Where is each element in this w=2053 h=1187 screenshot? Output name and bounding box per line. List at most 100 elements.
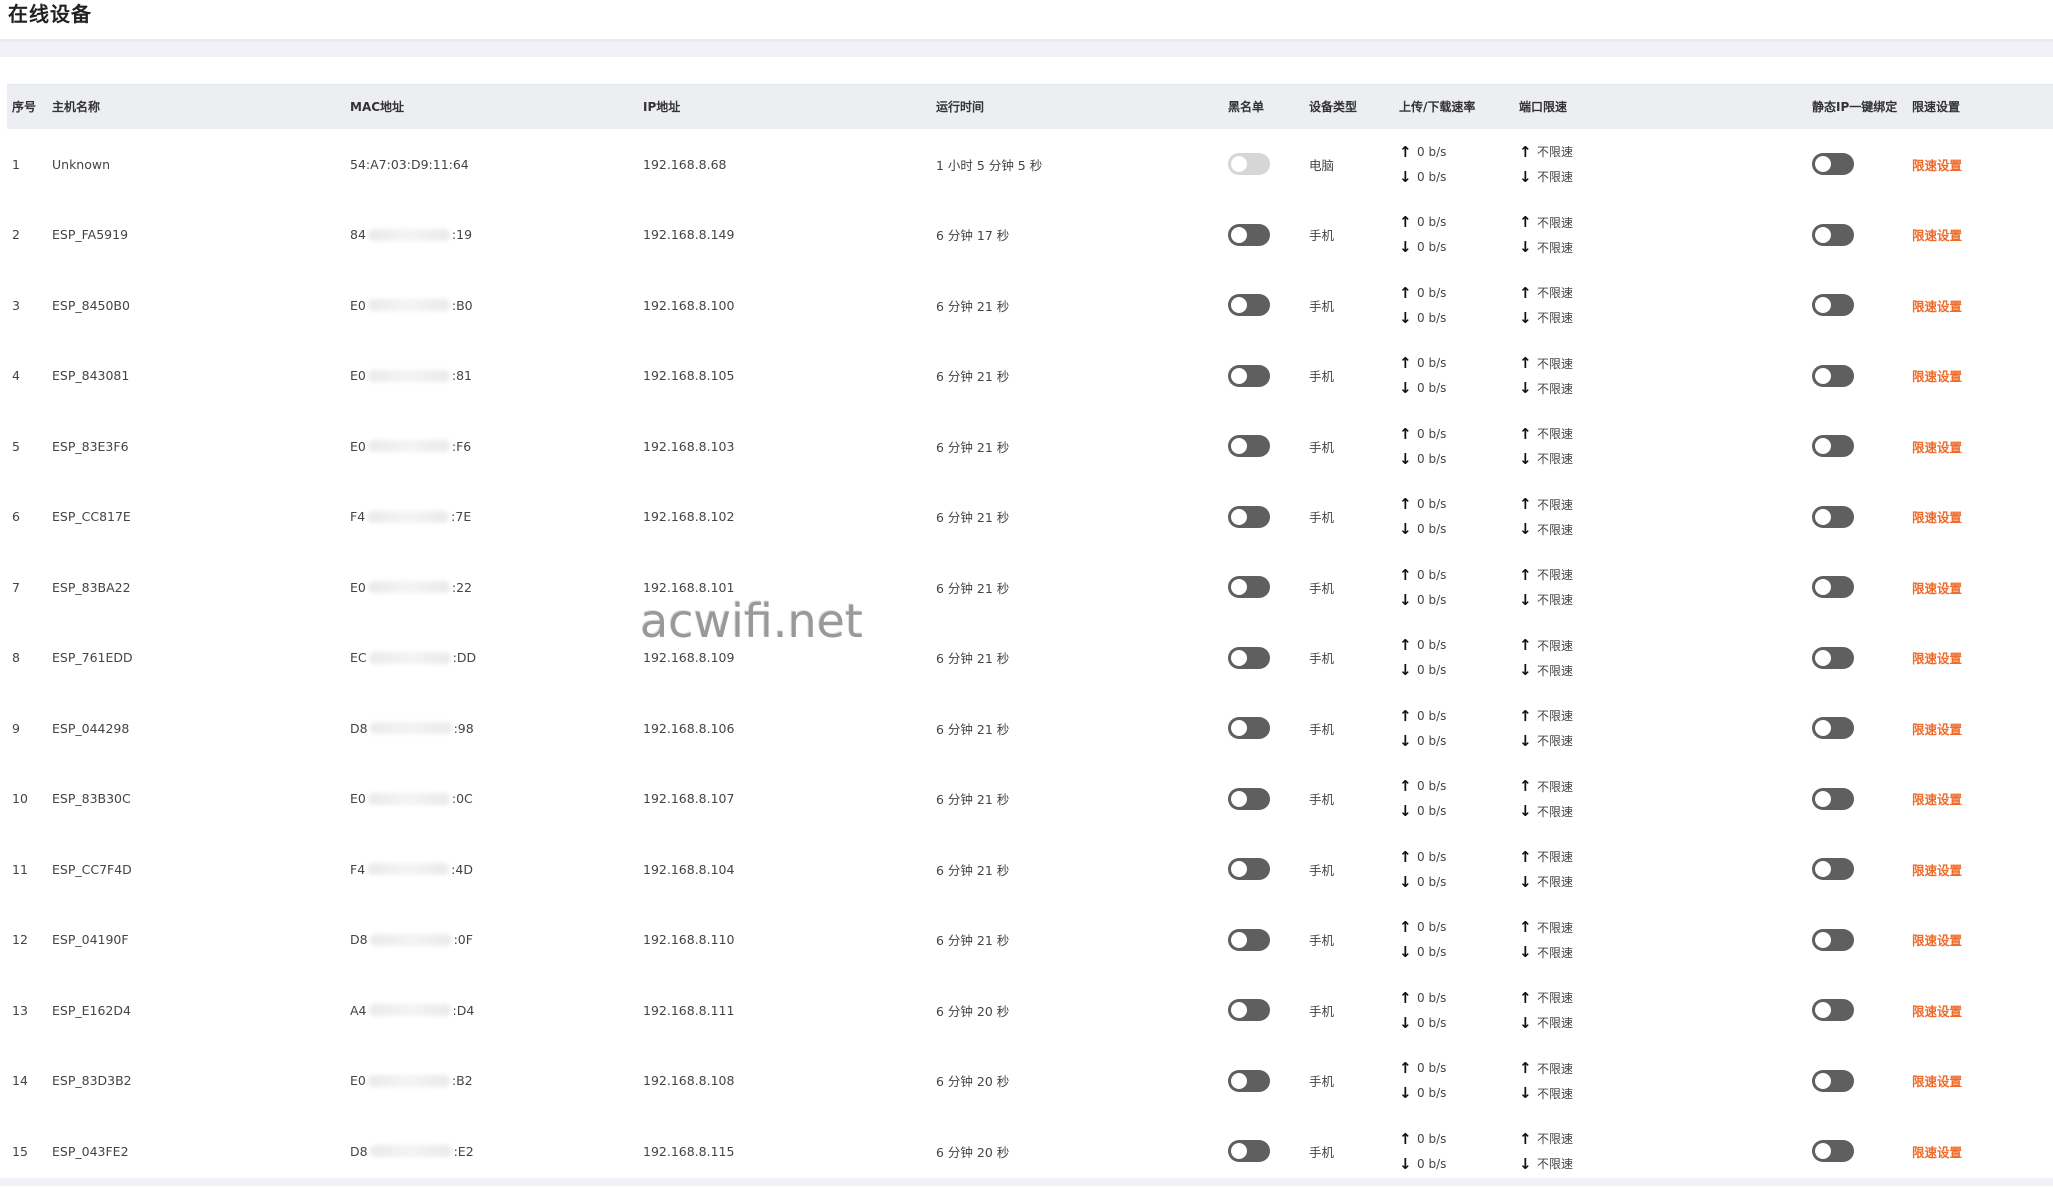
col-limit-settings-header: 限速设置	[1912, 100, 1961, 114]
limit-settings-link[interactable]: 限速设置	[1912, 719, 1962, 738]
limit-settings-link[interactable]: 限速设置	[1912, 155, 1962, 174]
static-ip-toggle[interactable]	[1812, 223, 1854, 246]
arrow-up-icon: ↑	[1519, 495, 1532, 514]
toggle-knob	[1815, 367, 1831, 384]
row-uptime: 6 分钟 21 秒	[936, 510, 1010, 526]
blacklist-toggle[interactable]	[1228, 717, 1270, 740]
static-ip-toggle[interactable]	[1812, 435, 1854, 458]
port-download-limit: 不限速	[1537, 1086, 1574, 1101]
table-row: 10 ESP_83B30C E0 :0C 192.168.8.107 6 分钟 …	[7, 764, 2053, 835]
blacklist-toggle[interactable]	[1228, 1069, 1270, 1092]
row-uptime: 6 分钟 20 秒	[936, 1144, 1010, 1160]
blacklist-toggle[interactable]	[1228, 1140, 1270, 1163]
blacklist-toggle[interactable]	[1228, 294, 1270, 317]
blacklist-toggle[interactable]	[1228, 153, 1270, 176]
blacklist-toggle[interactable]	[1228, 576, 1270, 599]
mac-suffix: :81	[451, 368, 472, 384]
port-upload-limit: 不限速	[1537, 1132, 1574, 1147]
limit-settings-link[interactable]: 限速设置	[1912, 930, 1962, 949]
row-index: 10	[12, 791, 28, 807]
limit-settings-link[interactable]: 限速设置	[1912, 789, 1962, 808]
table-row: 4 ESP_843081 E0 :81 192.168.8.105 6 分钟 2…	[7, 341, 2053, 412]
static-ip-toggle[interactable]	[1812, 928, 1854, 951]
limit-settings-link[interactable]: 限速设置	[1912, 296, 1962, 315]
blacklist-toggle[interactable]	[1228, 999, 1270, 1022]
blacklist-toggle[interactable]	[1228, 435, 1270, 458]
row-device-type: 手机	[1309, 862, 1335, 878]
static-ip-toggle[interactable]	[1812, 294, 1854, 317]
row-blacklist	[1228, 975, 1270, 1046]
port-upload-limit: 不限速	[1537, 286, 1574, 301]
row-blacklist	[1228, 693, 1270, 764]
limit-settings-link[interactable]: 限速设置	[1912, 437, 1962, 456]
static-ip-toggle[interactable]	[1812, 646, 1854, 669]
static-ip-toggle[interactable]	[1812, 1069, 1854, 1092]
row-mac: F4 :7E	[350, 482, 471, 553]
arrow-up-icon: ↑	[1399, 988, 1412, 1007]
blacklist-toggle[interactable]	[1228, 364, 1270, 387]
port-download-limit: 不限速	[1537, 875, 1574, 890]
upload-rate: 0 b/s	[1417, 285, 1447, 300]
arrow-down-icon: ↓	[1399, 731, 1412, 750]
row-device-type: 手机	[1309, 1074, 1335, 1090]
limit-settings-link[interactable]: 限速设置	[1912, 1001, 1962, 1020]
limit-settings-link[interactable]: 限速设置	[1912, 507, 1962, 526]
row-rate: ↑ 0 b/s ↓ 0 b/s	[1399, 764, 1446, 835]
static-ip-toggle[interactable]	[1812, 999, 1854, 1022]
limit-settings-link[interactable]: 限速设置	[1912, 648, 1962, 667]
blacklist-toggle[interactable]	[1228, 928, 1270, 951]
row-rate: ↑ 0 b/s ↓ 0 b/s	[1399, 693, 1446, 764]
header-divider-line	[0, 39, 2053, 42]
mac-redacted	[368, 1004, 451, 1017]
limit-settings-link[interactable]: 限速设置	[1912, 1142, 1962, 1161]
limit-settings-link[interactable]: 限速设置	[1912, 578, 1962, 597]
static-ip-toggle[interactable]	[1812, 787, 1854, 810]
static-ip-toggle[interactable]	[1812, 153, 1854, 176]
blacklist-toggle[interactable]	[1228, 223, 1270, 246]
arrow-down-icon: ↓	[1519, 802, 1532, 821]
bottom-band	[0, 1178, 2053, 1186]
arrow-up-icon: ↑	[1399, 1059, 1412, 1078]
static-ip-toggle[interactable]	[1812, 717, 1854, 740]
row-blacklist	[1228, 129, 1270, 200]
mac-prefix: D8	[350, 932, 368, 948]
row-uptime: 6 分钟 21 秒	[936, 651, 1010, 667]
blacklist-toggle[interactable]	[1228, 646, 1270, 669]
row-device-type: 手机	[1309, 933, 1335, 949]
table-row: 3 ESP_8450B0 E0 :B0 192.168.8.100 6 分钟 2…	[7, 270, 2053, 341]
mac-redacted	[367, 228, 450, 241]
upload-rate: 0 b/s	[1417, 1131, 1447, 1146]
upload-rate: 0 b/s	[1417, 849, 1447, 864]
static-ip-toggle[interactable]	[1812, 505, 1854, 528]
static-ip-toggle[interactable]	[1812, 1140, 1854, 1163]
row-hostname: ESP_E162D4	[52, 1002, 131, 1018]
port-download-limit: 不限速	[1537, 945, 1574, 960]
row-blacklist	[1228, 623, 1270, 694]
upload-rate: 0 b/s	[1417, 1061, 1447, 1076]
col-uptime-header: 运行时间	[936, 100, 985, 114]
mac-prefix: E0	[350, 579, 366, 595]
static-ip-toggle[interactable]	[1812, 858, 1854, 881]
blacklist-toggle[interactable]	[1228, 787, 1270, 810]
limit-settings-link[interactable]: 限速设置	[1912, 225, 1962, 244]
arrow-down-icon: ↓	[1519, 308, 1532, 327]
row-hostname: ESP_FA5919	[52, 227, 129, 243]
limit-settings-link[interactable]: 限速设置	[1912, 1071, 1962, 1090]
col-mac-header: MAC地址	[350, 100, 405, 114]
row-blacklist	[1228, 200, 1270, 271]
static-ip-toggle[interactable]	[1812, 576, 1854, 599]
static-ip-toggle[interactable]	[1812, 364, 1854, 387]
limit-settings-link[interactable]: 限速设置	[1912, 366, 1962, 385]
arrow-up-icon: ↑	[1519, 847, 1532, 866]
table-row: 14 ESP_83D3B2 E0 :B2 192.168.8.108 6 分钟 …	[7, 1046, 2053, 1117]
arrow-up-icon: ↑	[1399, 1129, 1412, 1148]
row-port-limit: ↑ 不限速 ↓ 不限速	[1519, 905, 1573, 976]
row-device-type: 手机	[1309, 439, 1335, 455]
limit-settings-link[interactable]: 限速设置	[1912, 860, 1962, 879]
toggle-knob	[1231, 931, 1247, 948]
arrow-down-icon: ↓	[1399, 449, 1412, 468]
blacklist-toggle[interactable]	[1228, 505, 1270, 528]
mac-suffix: :19	[451, 227, 473, 243]
blacklist-toggle[interactable]	[1228, 858, 1270, 881]
table-row: 11 ESP_CC7F4D F4 :4D 192.168.8.104 6 分钟 …	[7, 834, 2053, 905]
